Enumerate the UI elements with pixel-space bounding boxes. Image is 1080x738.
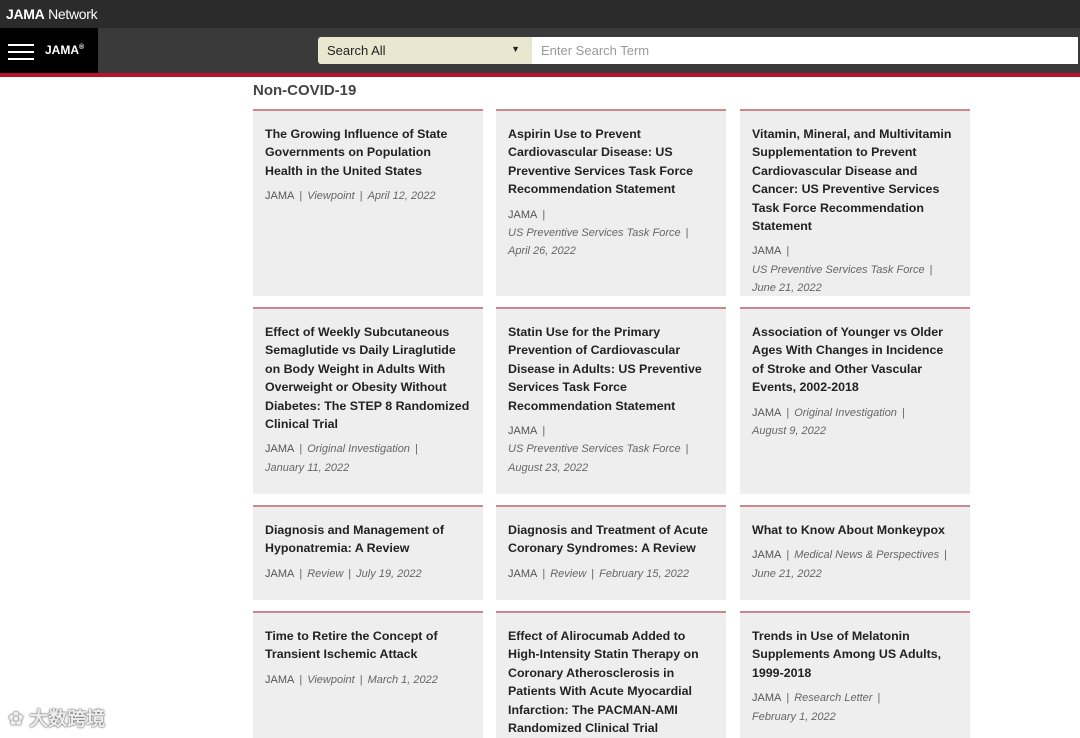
article-meta: JAMA | Research Letter | February 1, 2022: [752, 692, 881, 723]
top-bar: JAMA Network: [0, 0, 1080, 28]
article-title[interactable]: Diagnosis and Management of Hyponatremia…: [265, 521, 471, 558]
article-title[interactable]: Diagnosis and Treatment of Acute Coronar…: [508, 521, 714, 558]
jama-network-brand[interactable]: JAMA Network: [6, 6, 98, 22]
article-card[interactable]: Association of Younger vs Older Ages Wit…: [740, 307, 970, 494]
article-card[interactable]: Diagnosis and Management of Hyponatremia…: [253, 505, 483, 600]
search-scope-label: Search All: [327, 43, 386, 58]
brand-suffix: Network: [48, 6, 98, 22]
search-input[interactable]: [532, 37, 1078, 64]
article-title[interactable]: Association of Younger vs Older Ages Wit…: [752, 323, 958, 397]
accent-divider: [0, 73, 1080, 77]
article-card[interactable]: The Growing Influence of State Governmen…: [253, 109, 483, 296]
article-meta: JAMA | Viewpoint | March 1, 2022: [265, 673, 438, 686]
article-card[interactable]: Diagnosis and Treatment of Acute Coronar…: [496, 505, 726, 600]
search-scope-select[interactable]: Search All ▼: [318, 37, 532, 64]
article-card[interactable]: Statin Use for the Primary Prevention of…: [496, 307, 726, 494]
article-card[interactable]: Aspirin Use to Prevent Cardiovascular Di…: [496, 109, 726, 296]
article-card[interactable]: What to Know About Monkeypox JAMA | Medica…: [740, 505, 970, 600]
article-title[interactable]: Aspirin Use to Prevent Cardiovascular Di…: [508, 125, 714, 199]
article-title[interactable]: Trends in Use of Melatonin Supplements A…: [752, 627, 958, 682]
watermark: ✿ 大数跨境: [8, 709, 106, 730]
article-card[interactable]: Time to Retire the Concept of Transient …: [253, 611, 483, 738]
article-card[interactable]: Effect of Weekly Subcutaneous Semaglutid…: [253, 307, 483, 494]
article-title[interactable]: Time to Retire the Concept of Transient …: [265, 627, 471, 664]
article-meta: JAMA | Medical News & Perspectives | June 21…: [752, 549, 947, 580]
caret-down-icon: ▼: [511, 44, 520, 54]
section-title: Non-COVID-19: [253, 82, 357, 99]
brand-name: JAMA: [6, 6, 45, 22]
article-meta: JAMA | Review | July 19, 2022: [265, 567, 422, 580]
watermark-icon: ✿: [8, 709, 30, 730]
jama-logo[interactable]: JAMA®: [45, 43, 84, 57]
article-title[interactable]: Statin Use for the Primary Prevention of…: [508, 323, 714, 415]
menu-block: JAMA®: [0, 28, 98, 73]
article-title[interactable]: The Growing Influence of State Governmen…: [265, 125, 471, 180]
article-card[interactable]: Effect of Alirocumab Added to High-Inten…: [496, 611, 726, 738]
article-meta: JAMA | Original Investigation | January 11, …: [265, 443, 418, 474]
article-title[interactable]: Effect of Alirocumab Added to High-Inten…: [508, 627, 714, 737]
article-meta: JAMA | Original Investigation | August 9, 20…: [752, 406, 905, 438]
article-card[interactable]: Trends in Use of Melatonin Supplements A…: [740, 611, 970, 738]
article-card[interactable]: Vitamin, Mineral, and Multivitamin Suppl…: [740, 109, 970, 296]
article-title[interactable]: Vitamin, Mineral, and Multivitamin Suppl…: [752, 125, 958, 235]
hamburger-menu-icon[interactable]: [8, 44, 34, 60]
article-meta: JAMA | US Preventive Services Task Force | A…: [508, 425, 689, 474]
article-title[interactable]: What to Know About Monkeypox: [752, 521, 958, 539]
article-meta: JAMA | Viewpoint | April 12, 2022: [265, 190, 436, 203]
article-meta: JAMA | US Preventive Services Task Force | A…: [508, 208, 689, 258]
article-meta: JAMA | Review | February 15, 2022: [508, 567, 690, 580]
article-title[interactable]: Effect of Weekly Subcutaneous Semaglutid…: [265, 323, 471, 433]
article-meta: JAMA | US Preventive Services Task Force | J…: [752, 245, 933, 295]
